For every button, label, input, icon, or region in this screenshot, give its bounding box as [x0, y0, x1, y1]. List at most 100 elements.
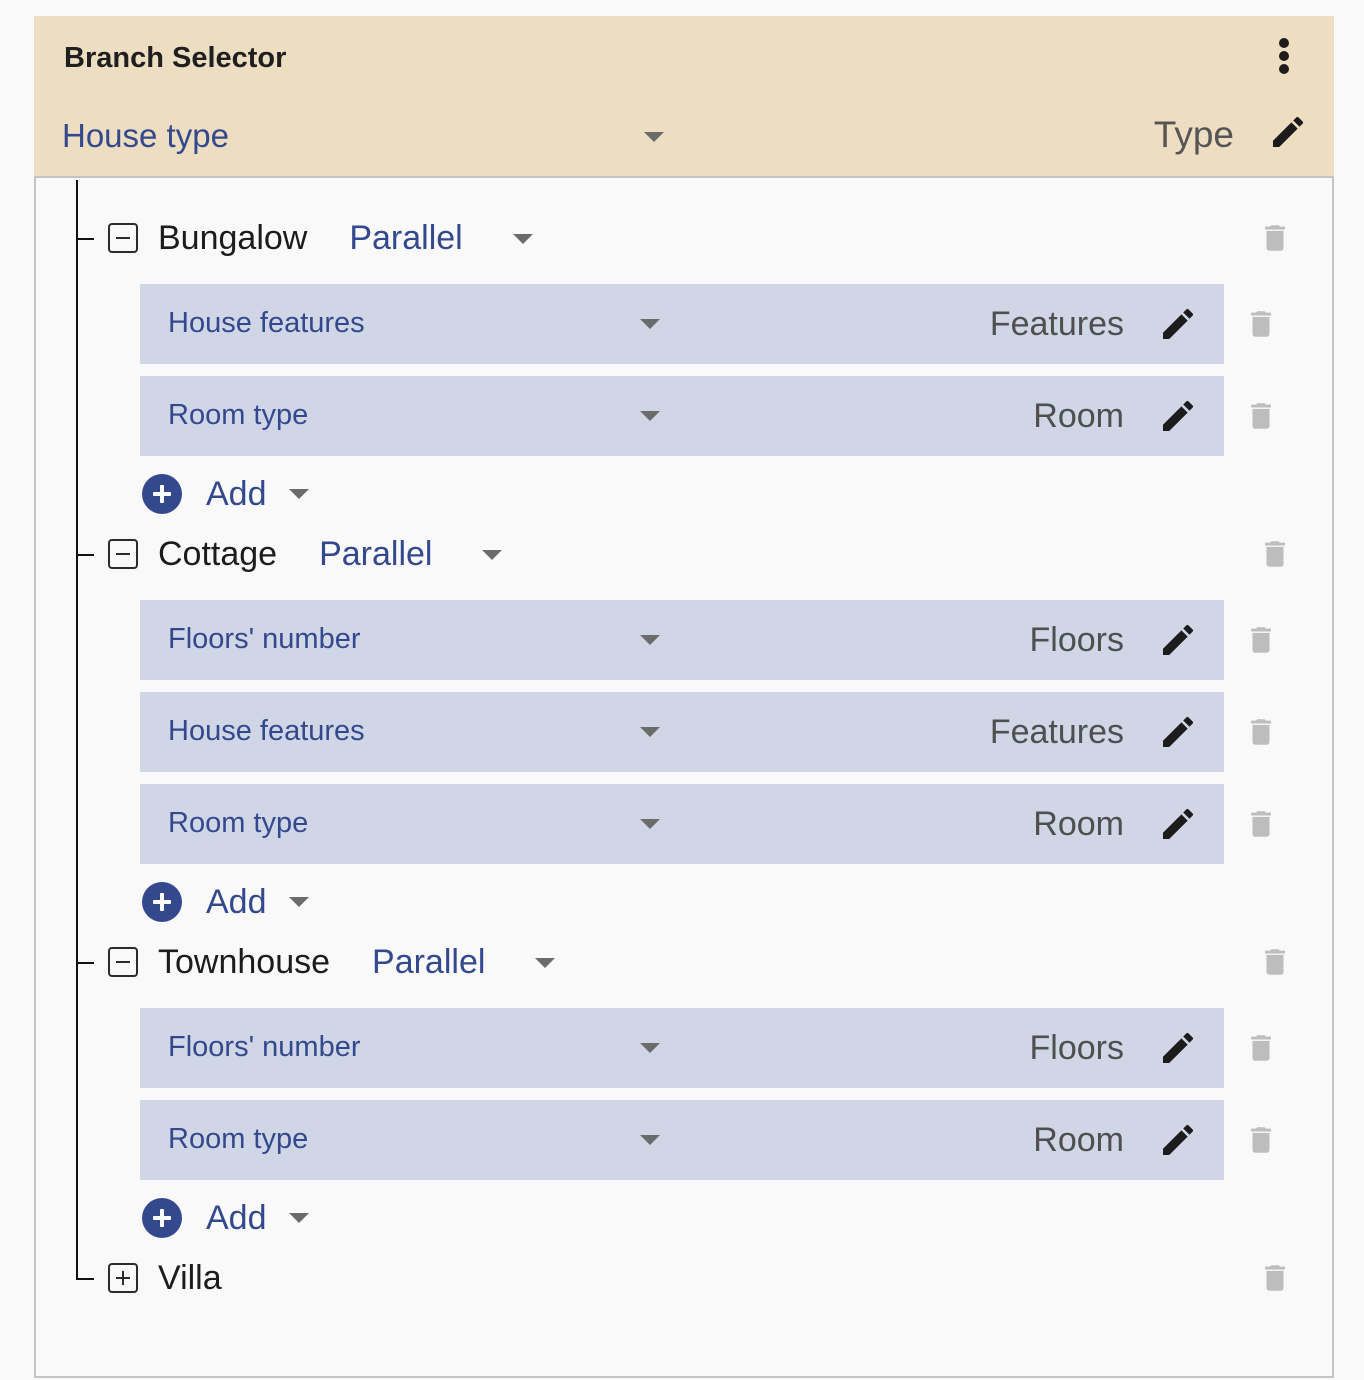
caret-down-icon: [512, 234, 533, 244]
variable-name-label: Features: [989, 305, 1124, 343]
branch-mode-selector[interactable]: Parallel: [372, 942, 556, 982]
pencil-icon[interactable]: [1158, 1028, 1198, 1068]
variable-selector[interactable]: Room type: [140, 376, 680, 456]
pencil-icon[interactable]: [1158, 396, 1198, 436]
variable-selector-value: Room type: [168, 1123, 309, 1155]
panel-title: Branch Selector: [64, 42, 287, 74]
delete-row-trash-icon[interactable]: [1244, 803, 1278, 845]
variable-selector-value: Floors' number: [168, 623, 361, 655]
collapse-minus-icon[interactable]: [108, 223, 138, 253]
branch-mode-value: Parallel: [349, 219, 463, 257]
expand-plus-icon[interactable]: [108, 1263, 138, 1293]
variable-selector[interactable]: Floors' number: [140, 1008, 680, 1088]
add-label: Add: [206, 1199, 267, 1237]
branch-name: Bungalow: [158, 219, 308, 257]
variable-selector[interactable]: House features: [140, 284, 680, 364]
delete-branch-trash-icon[interactable]: [1258, 941, 1292, 983]
delete-row-trash-icon[interactable]: [1244, 395, 1278, 437]
caret-down-icon: [482, 550, 503, 560]
collapse-minus-icon[interactable]: [108, 539, 138, 569]
pencil-icon[interactable]: [1158, 304, 1198, 344]
variable-selector[interactable]: House features: [140, 692, 680, 772]
add-circle-plus-icon: [142, 882, 182, 922]
branch-header-cottage: Cottage Parallel: [108, 532, 503, 576]
variable-name-label: Room: [1033, 1121, 1124, 1159]
panel-header: Branch Selector House type Type: [34, 16, 1334, 178]
variable-name-label: Features: [989, 713, 1124, 751]
delete-branch-trash-icon[interactable]: [1258, 217, 1292, 259]
pencil-icon[interactable]: [1268, 112, 1308, 152]
branch-header-bungalow: Bungalow Parallel: [108, 216, 533, 260]
add-label: Add: [206, 883, 267, 921]
branch-mode-selector[interactable]: Parallel: [319, 534, 503, 574]
tree-branch-connector: [76, 962, 94, 964]
add-variable-button[interactable]: Add: [142, 472, 309, 516]
variable-selector-value: Room type: [168, 807, 309, 839]
branch-mode-value: Parallel: [372, 943, 486, 981]
branch-name: Townhouse: [158, 943, 331, 981]
tree-branch-connector: [76, 238, 94, 240]
variable-row: House features Features: [140, 284, 1224, 364]
add-variable-button[interactable]: Add: [142, 880, 309, 924]
add-label: Add: [206, 475, 267, 513]
branch-header-townhouse: Townhouse Parallel: [108, 940, 556, 984]
caret-down-icon: [288, 897, 309, 907]
branch-header-villa: Villa: [108, 1256, 222, 1300]
variable-selector-value: House features: [168, 307, 365, 339]
delete-row-trash-icon[interactable]: [1244, 1119, 1278, 1161]
tree-connector-line: [76, 180, 78, 1280]
house-type-selector-value: House type: [62, 117, 229, 154]
caret-down-icon: [288, 1213, 309, 1223]
caret-down-icon: [640, 819, 660, 829]
house-type-selector[interactable]: House type: [62, 112, 674, 158]
delete-row-trash-icon[interactable]: [1244, 711, 1278, 753]
variable-selector-value: Room type: [168, 399, 309, 431]
delete-branch-trash-icon[interactable]: [1258, 533, 1292, 575]
caret-down-icon: [640, 1135, 660, 1145]
variable-row: Floors' number Floors: [140, 600, 1224, 680]
caret-down-icon: [640, 319, 660, 329]
caret-down-icon: [640, 727, 660, 737]
tree-branch-connector: [76, 1278, 94, 1280]
variable-name-label: Room: [1033, 397, 1124, 435]
branch-mode-selector[interactable]: Parallel: [349, 218, 533, 258]
add-circle-plus-icon: [142, 474, 182, 514]
variable-row: Room type Room: [140, 1100, 1224, 1180]
variable-selector[interactable]: Room type: [140, 1100, 680, 1180]
tree-branch-connector: [76, 554, 94, 556]
variable-selector[interactable]: Floors' number: [140, 600, 680, 680]
delete-row-trash-icon[interactable]: [1244, 1027, 1278, 1069]
pencil-icon[interactable]: [1158, 804, 1198, 844]
pencil-icon[interactable]: [1158, 620, 1198, 660]
caret-down-icon: [640, 635, 660, 645]
more-vertical-icon[interactable]: [1272, 36, 1296, 76]
branch-name: Cottage: [158, 535, 278, 573]
caret-down-icon: [640, 411, 660, 421]
variable-row: Floors' number Floors: [140, 1008, 1224, 1088]
delete-row-trash-icon[interactable]: [1244, 619, 1278, 661]
caret-down-icon: [288, 489, 309, 499]
collapse-minus-icon[interactable]: [108, 947, 138, 977]
variable-name-label: Floors: [1029, 1029, 1124, 1067]
variable-row: House features Features: [140, 692, 1224, 772]
caret-down-icon: [644, 132, 664, 142]
variable-selector-value: House features: [168, 715, 365, 747]
delete-branch-trash-icon[interactable]: [1258, 1257, 1292, 1299]
variable-name-label: Room: [1033, 805, 1124, 843]
caret-down-icon: [640, 1043, 660, 1053]
variable-row: Room type Room: [140, 376, 1224, 456]
variable-selector-value: Floors' number: [168, 1031, 361, 1063]
variable-selector[interactable]: Room type: [140, 784, 680, 864]
add-variable-button[interactable]: Add: [142, 1196, 309, 1240]
branch-name: Villa: [158, 1259, 222, 1297]
variable-name-label: Floors: [1029, 621, 1124, 659]
variable-row: Room type Room: [140, 784, 1224, 864]
branch-mode-value: Parallel: [319, 535, 433, 573]
caret-down-icon: [535, 958, 556, 968]
branch-selector-panel: Branch Selector House type Type Bungalow…: [34, 16, 1334, 1378]
add-circle-plus-icon: [142, 1198, 182, 1238]
pencil-icon[interactable]: [1158, 712, 1198, 752]
delete-row-trash-icon[interactable]: [1244, 303, 1278, 345]
pencil-icon[interactable]: [1158, 1120, 1198, 1160]
header-name-label: Type: [1153, 114, 1234, 155]
